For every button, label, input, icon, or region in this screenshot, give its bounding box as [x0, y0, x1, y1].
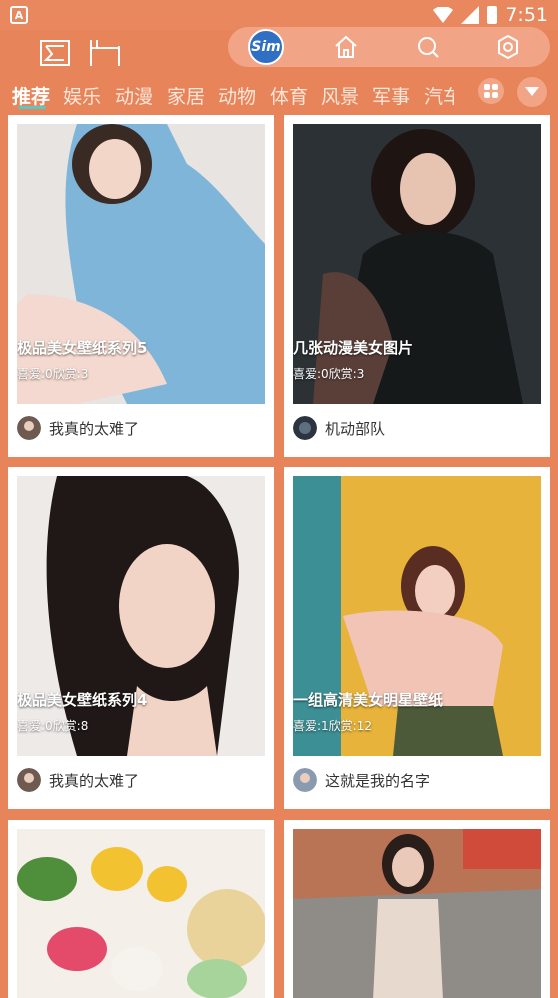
card-3[interactable]: 极品美女壁纸系列4 喜爱:0欣赏:8 我真的太难了 [8, 467, 274, 809]
bed-icon[interactable] [88, 38, 122, 68]
card-title: 极品美女壁纸系列5 [17, 339, 148, 357]
chevron-down-icon [525, 87, 539, 96]
battery-icon [487, 6, 498, 24]
tab-anime[interactable]: 动漫 [115, 82, 153, 109]
card-title: 极品美女壁纸系列4 [17, 691, 148, 709]
card-4[interactable]: 一组高清美女明星壁纸 喜爱:1欣赏:12 这就是我的名字 [284, 467, 550, 809]
card-stats: 喜爱:0欣赏:8 [17, 719, 89, 733]
author-avatar[interactable] [17, 416, 41, 440]
tab-home[interactable]: 家居 [167, 82, 205, 109]
card-6[interactable] [284, 820, 550, 998]
tab-military[interactable]: 军事 [372, 82, 410, 109]
card-stats: 喜爱:0欣赏:3 [293, 367, 365, 381]
card-1[interactable]: 极品美女壁纸系列5 喜爱:0欣赏:3 我真的太难了 [8, 115, 274, 457]
author-name[interactable]: 我真的太难了 [49, 418, 139, 439]
tab-animals[interactable]: 动物 [218, 82, 256, 109]
card-stats: 喜爱:0欣赏:3 [17, 367, 89, 381]
card-image[interactable]: 极品美女壁纸系列5 喜爱:0欣赏:3 [17, 124, 265, 404]
author-avatar[interactable] [17, 768, 41, 792]
author-avatar[interactable] [293, 416, 317, 440]
tab-sports[interactable]: 体育 [270, 82, 308, 109]
card-title: 几张动漫美女图片 [293, 339, 414, 357]
status-bar: A 7:51 [0, 0, 558, 30]
tab-recommend[interactable]: 推荐 [12, 82, 50, 109]
gallery-icon[interactable] [38, 38, 72, 68]
card-2[interactable]: 几张动漫美女图片 喜爱:0欣赏:3 机动部队 [284, 115, 550, 457]
card-stats: 喜爱:1欣赏:12 [293, 719, 372, 733]
category-tabs: 推荐 娱乐 动漫 家居 动物 体育 风景 军事 汽车 [0, 78, 558, 114]
card-5[interactable] [8, 820, 274, 998]
author-avatar[interactable] [293, 768, 317, 792]
user-avatar-badge[interactable]: Sim [248, 29, 284, 65]
settings-icon[interactable] [492, 31, 524, 63]
card-image[interactable]: 几张动漫美女图片 喜爱:0欣赏:3 [293, 124, 541, 404]
signal-icon [461, 6, 480, 24]
author-name[interactable]: 我真的太难了 [49, 770, 139, 791]
home-icon[interactable] [330, 31, 362, 63]
tab-entertainment[interactable]: 娱乐 [63, 82, 101, 109]
author-name[interactable]: 这就是我的名字 [325, 770, 430, 791]
app-notification-icon: A [10, 6, 28, 24]
grid-view-button[interactable] [478, 78, 504, 104]
card-image[interactable]: 极品美女壁纸系列4 喜爱:0欣赏:8 [17, 476, 265, 756]
card-image[interactable] [293, 829, 541, 998]
card-title: 一组高清美女明星壁纸 [293, 691, 444, 709]
search-icon[interactable] [412, 31, 444, 63]
author-name[interactable]: 机动部队 [325, 418, 385, 439]
card-image[interactable]: 一组高清美女明星壁纸 喜爱:1欣赏:12 [293, 476, 541, 756]
header-action-bar: Sim [228, 27, 550, 67]
active-tab-indicator [18, 106, 46, 109]
status-time: 7:51 [505, 4, 548, 26]
tab-cars[interactable]: 汽车 [424, 82, 454, 109]
expand-tabs-button[interactable] [517, 77, 547, 107]
tab-scenery[interactable]: 风景 [321, 82, 359, 109]
card-image[interactable] [17, 829, 265, 998]
wifi-icon [433, 7, 454, 23]
grid-icon [484, 84, 498, 98]
